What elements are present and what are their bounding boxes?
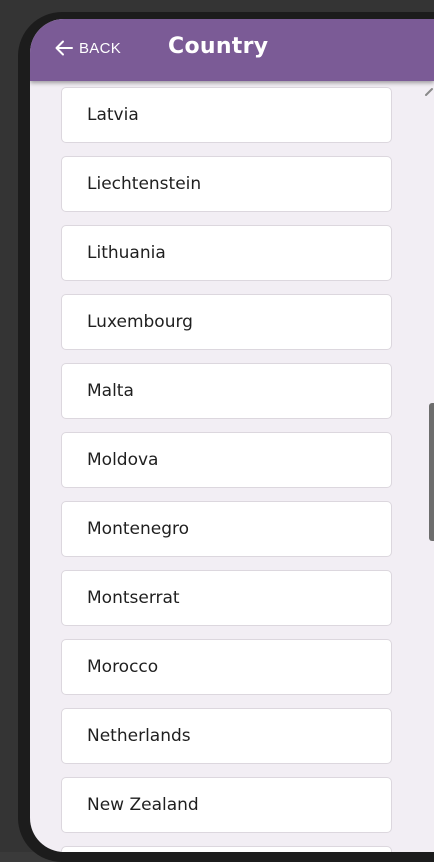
- list-item[interactable]: Luxembourg: [61, 294, 392, 350]
- scroll-up-arrow-icon[interactable]: [424, 84, 434, 98]
- list-item[interactable]: Liechtenstein: [61, 156, 392, 212]
- list-item[interactable]: New Zealand: [61, 777, 392, 833]
- app-screen: BACK Country Latvia Liechtenstein Lithua…: [30, 19, 434, 852]
- list-item[interactable]: [61, 846, 392, 852]
- device-background: BACK Country Latvia Liechtenstein Lithua…: [0, 0, 434, 862]
- list-item[interactable]: Montserrat: [61, 570, 392, 626]
- list-item[interactable]: Netherlands: [61, 708, 392, 764]
- app-bar: BACK Country: [30, 19, 434, 81]
- page-title: Country: [168, 34, 269, 59]
- back-button[interactable]: BACK: [52, 35, 121, 61]
- list-item[interactable]: Montenegro: [61, 501, 392, 557]
- list-item[interactable]: Malta: [61, 363, 392, 419]
- list-item[interactable]: Morocco: [61, 639, 392, 695]
- list-item[interactable]: Latvia: [61, 87, 392, 143]
- country-list[interactable]: Latvia Liechtenstein Lithuania Luxembour…: [30, 81, 434, 852]
- arrow-left-icon: [52, 36, 76, 60]
- scrollbar-thumb[interactable]: [429, 403, 434, 541]
- back-label: BACK: [79, 39, 122, 57]
- list-item[interactable]: Lithuania: [61, 225, 392, 281]
- list-item[interactable]: Moldova: [61, 432, 392, 488]
